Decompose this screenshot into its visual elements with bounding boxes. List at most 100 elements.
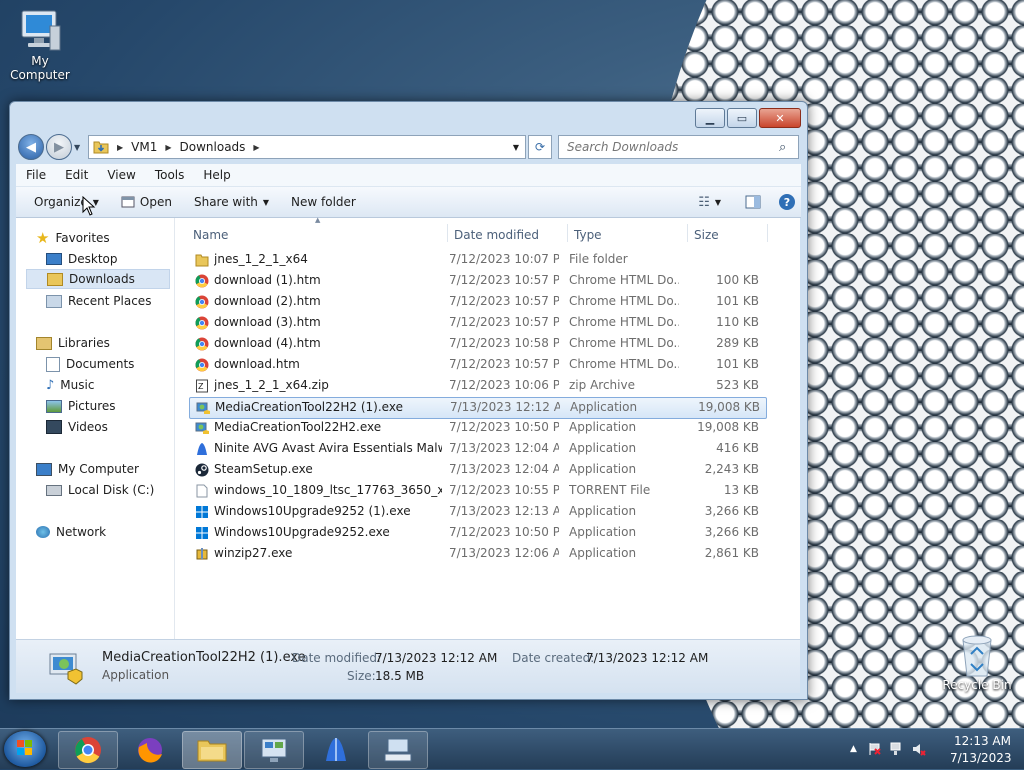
maximize-button[interactable]: ▭ <box>727 108 757 128</box>
menu-view[interactable]: View <box>107 168 135 182</box>
nav-libraries[interactable]: Libraries <box>36 333 110 353</box>
taskbar-app-button[interactable] <box>306 731 366 769</box>
address-dropdown-icon[interactable]: ▼ <box>513 143 519 152</box>
chrome-icon <box>195 337 209 351</box>
column-header-size[interactable]: Size <box>694 223 764 247</box>
address-bar[interactable]: ▶ VM1 ▶ Downloads ▶ ▼ <box>88 135 526 159</box>
breadcrumb-downloads[interactable]: Downloads <box>180 140 246 154</box>
column-divider[interactable] <box>687 224 688 242</box>
menu-file[interactable]: File <box>26 168 46 182</box>
column-header-name[interactable]: Name <box>193 223 443 247</box>
file-row[interactable]: download (4).htm 7/12/2023 10:58 PM Chrome… <box>189 334 765 354</box>
open-button[interactable]: Open <box>121 195 172 209</box>
action-center-icon[interactable] <box>868 742 882 756</box>
desktop-icon-my-computer[interactable]: My Computer <box>0 8 80 82</box>
taskbar-remote-button[interactable] <box>368 731 428 769</box>
file-row[interactable]: MediaCreationTool22H2.exe 7/12/2023 10:50… <box>189 418 765 438</box>
preview-pane-button[interactable] <box>745 195 761 209</box>
menu-tools[interactable]: Tools <box>155 168 185 182</box>
chrome-icon <box>75 737 101 764</box>
file-row[interactable]: Windows10Upgrade9252 (1).exe 7/13/2023 12… <box>189 502 765 522</box>
file-row[interactable]: download (2).htm 7/12/2023 10:57 PM Chrome… <box>189 292 765 312</box>
help-button[interactable]: ? <box>779 194 795 210</box>
file-name: download (1).htm <box>214 273 321 287</box>
network-status-icon[interactable] <box>890 742 904 756</box>
search-box[interactable]: ⌕ <box>558 135 799 159</box>
nav-music[interactable]: ♪ Music <box>46 375 94 395</box>
file-date: 7/12/2023 10:06 PM <box>449 378 559 392</box>
column-header-type[interactable]: Type <box>574 223 684 247</box>
file-type: Application <box>569 441 637 455</box>
hard-drive-icon <box>46 484 62 496</box>
nav-pictures[interactable]: Pictures <box>46 396 116 416</box>
file-row[interactable]: SteamSetup.exe 7/13/2023 12:04 AM Applicat… <box>189 460 765 480</box>
nav-label: Documents <box>66 357 135 371</box>
help-icon: ? <box>779 194 795 210</box>
back-arrow-icon: ◀ <box>26 139 36 155</box>
refresh-button[interactable]: ⟳ <box>528 135 552 159</box>
taskbar-firefox-button[interactable] <box>120 731 180 769</box>
nav-network[interactable]: Network <box>36 522 106 542</box>
nav-favorites[interactable]: ★ Favorites <box>36 228 110 248</box>
share-with-button[interactable]: Share with ▼ <box>194 195 269 209</box>
desktop-icon-recycle-bin[interactable]: Recycle Bin <box>940 632 1014 692</box>
close-button[interactable]: ✕ <box>759 108 801 128</box>
speaker-icon <box>913 744 926 756</box>
file-row[interactable]: Zjnes_1_2_1_x64.zip 7/12/2023 10:06 PM zip… <box>189 376 765 396</box>
change-view-button[interactable]: ☷ ▼ <box>698 195 721 210</box>
new-folder-button[interactable]: New folder <box>291 195 356 209</box>
recent-places-icon <box>46 294 62 308</box>
file-row[interactable]: download.htm 7/12/2023 10:57 PM Chrome HTM… <box>189 355 765 375</box>
minimize-button[interactable]: ▁ <box>695 108 725 128</box>
file-size: 3,266 KB <box>704 504 759 518</box>
file-row[interactable]: MediaCreationTool22H2 (1).exe 7/13/2023 1… <box>189 397 767 419</box>
back-button[interactable]: ◀ <box>18 134 44 160</box>
file-type: Chrome HTML Do... <box>569 336 679 350</box>
file-size: 110 KB <box>716 315 759 329</box>
nav-recent-places[interactable]: Recent Places <box>46 291 151 311</box>
file-row[interactable]: Ninite AVG Avast Avira Essentials Malwar… <box>189 439 765 459</box>
nav-downloads[interactable]: Downloads <box>26 269 170 289</box>
file-row[interactable]: jnes_1_2_1_x64 7/12/2023 10:07 PM File fol… <box>189 250 765 270</box>
file-row[interactable]: Windows10Upgrade9252.exe 7/12/2023 10:50 … <box>189 523 765 543</box>
file-row[interactable]: download (3).htm 7/12/2023 10:57 PM Chrome… <box>189 313 765 333</box>
nav-desktop[interactable]: Desktop <box>46 249 118 269</box>
windows-icon <box>195 505 209 519</box>
clock-date[interactable]: 7/13/2023 <box>950 751 1012 765</box>
nav-local-disk[interactable]: Local Disk (C:) <box>46 480 154 500</box>
breadcrumb-vm1[interactable]: VM1 <box>131 140 157 154</box>
file-row[interactable]: download (1).htm 7/12/2023 10:57 PM Chrome… <box>189 271 765 291</box>
command-bar: Organize ▼ Open Share with ▼ New folder … <box>16 187 801 218</box>
search-input[interactable] <box>559 139 779 155</box>
taskbar: ▲ 12:13 AM 7/13/2023 <box>0 728 1024 769</box>
taskbar-chrome-button[interactable] <box>58 731 118 769</box>
column-header-date[interactable]: Date modified <box>454 223 564 247</box>
forward-button[interactable]: ▶ <box>46 134 72 160</box>
details-file-type: Application <box>102 668 170 682</box>
winzip-icon <box>195 547 209 561</box>
share-with-label: Share with <box>193 195 258 209</box>
recent-pages-dropdown[interactable]: ▼ <box>74 143 80 152</box>
column-divider[interactable] <box>447 224 448 242</box>
column-divider[interactable] <box>767 224 768 242</box>
file-row[interactable]: windows_10_1809_ltsc_17763_3650_x64_r...… <box>189 481 765 501</box>
details-modified-value: 7/13/2023 12:12 AM <box>375 651 498 665</box>
volume-muted-icon[interactable] <box>912 742 926 756</box>
chrome-icon <box>195 274 209 288</box>
taskbar-explorer-button[interactable] <box>182 731 242 769</box>
taskbar-control-panel-button[interactable] <box>244 731 304 769</box>
clock-time[interactable]: 12:13 AM <box>954 734 1011 748</box>
nav-videos[interactable]: Videos <box>46 417 108 437</box>
ninite-icon <box>195 442 209 456</box>
steam-icon <box>195 463 209 477</box>
show-hidden-icons-icon[interactable]: ▲ <box>850 744 864 758</box>
column-divider[interactable] <box>567 224 568 242</box>
nav-documents[interactable]: Documents <box>46 354 134 374</box>
file-row[interactable]: winzip27.exe 7/13/2023 12:06 AM Applicatio… <box>189 544 765 564</box>
search-icon[interactable]: ⌕ <box>779 140 786 155</box>
menu-edit[interactable]: Edit <box>65 168 88 182</box>
menu-help[interactable]: Help <box>203 168 230 182</box>
window-controls: ▁ ▭ ✕ <box>695 108 801 128</box>
start-button[interactable] <box>4 731 46 767</box>
nav-my-computer[interactable]: My Computer <box>36 459 139 479</box>
